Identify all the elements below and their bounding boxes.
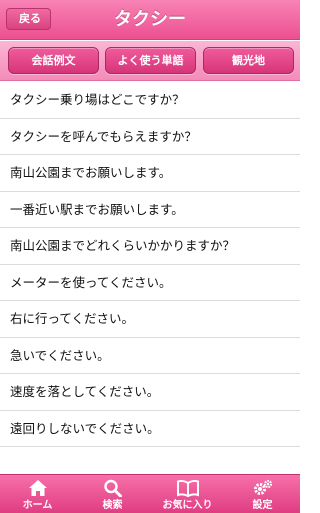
tab-home[interactable]: ホーム (0, 475, 75, 513)
back-button-label: 戻る (19, 12, 41, 25)
phrase-list-item[interactable]: 南山公園までどれくらいかかりますか？ (0, 228, 300, 265)
phrase-list-item[interactable]: 速度を落としてください。 (0, 374, 300, 411)
home-icon (28, 480, 47, 496)
phrase-list-item[interactable]: 南山公園までお願いします。 (0, 155, 300, 192)
search-icon (103, 479, 122, 497)
back-button[interactable]: 戻る (6, 8, 51, 30)
category-button-conversation[interactable]: 会話例文 (8, 47, 99, 74)
tab-home-label: ホーム (22, 500, 53, 511)
phrase-list-item[interactable]: 右に行ってください。 (0, 301, 300, 338)
navigation-bar: 戻る タクシー (0, 0, 300, 40)
tab-settings[interactable]: 設定 (225, 475, 300, 513)
category-bar: 会話例文 よく使う単語 観光地 (0, 41, 300, 81)
phrase-list-item[interactable]: メーターを使ってください。 (0, 265, 300, 301)
phrase-list-item[interactable]: 急いでください。 (0, 338, 300, 374)
tab-favorites[interactable]: お気に入り (150, 475, 225, 513)
phrase-list-item[interactable]: タクシーを呼んでもらえますか？ (0, 119, 300, 155)
category-button-common-words[interactable]: よく使う単語 (105, 47, 196, 74)
tab-favorites-label: お気に入り (162, 500, 213, 511)
gears-icon (253, 479, 272, 495)
tab-search-label: 検索 (102, 500, 123, 511)
phrase-list-item[interactable]: 遠回りしないでください。 (0, 411, 300, 447)
tab-settings-label: 設定 (252, 500, 273, 511)
phrase-list: タクシー乗り場はどこですか？ タクシーを呼んでもらえますか？ 南山公園までお願い… (0, 82, 300, 474)
tab-bar: ホーム 検索 お気に入り 設定 (0, 474, 300, 513)
page-title: タクシー (114, 9, 186, 30)
phrase-list-item[interactable]: 一番近い駅までお願いします。 (0, 192, 300, 228)
category-button-sightseeing[interactable]: 観光地 (203, 47, 294, 74)
phrase-list-item[interactable]: タクシー乗り場はどこですか？ (0, 82, 300, 119)
tab-search[interactable]: 検索 (75, 475, 150, 513)
book-icon (176, 480, 199, 497)
